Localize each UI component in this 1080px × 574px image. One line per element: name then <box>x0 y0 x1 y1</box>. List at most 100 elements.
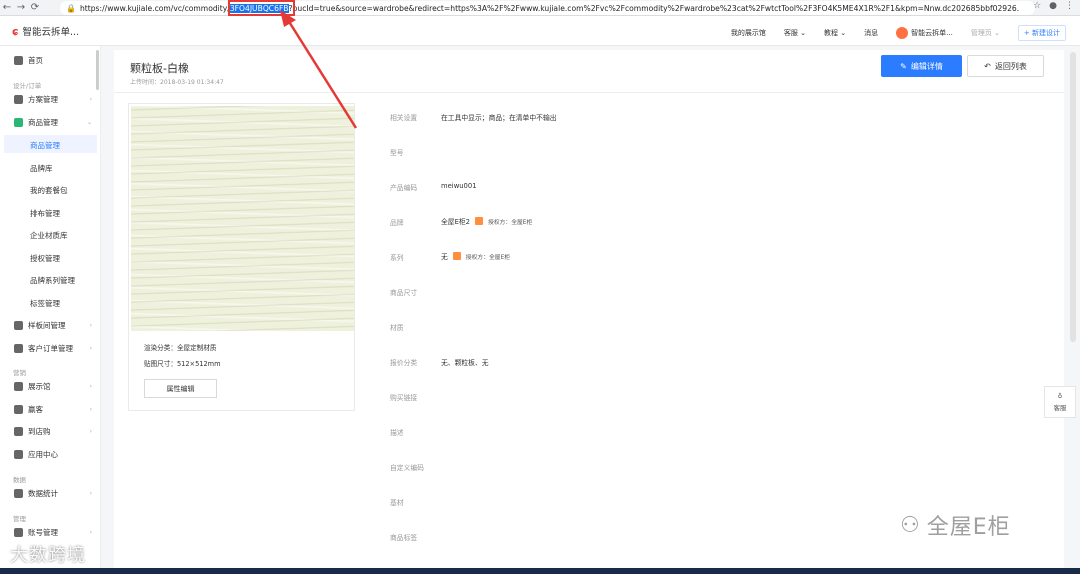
nav-service-label: 客服 <box>783 29 798 37</box>
main-panel: 颗粒板-白橡 上传时间：2018-03-19 01:34:47 ✎ 编辑详情 ↶ 返… <box>114 50 1064 574</box>
sidebar-item-label: 样板间管理 <box>28 321 66 330</box>
taskbar <box>0 568 1080 574</box>
sidebar-item-apps[interactable]: 应用中心 <box>14 449 96 460</box>
chevron-right-icon: › <box>89 383 92 390</box>
app-header: ɕ 智能云拆单... 我的展示馆 客服 ⌄ 教程 ⌄ 消息 智能云拆单... 管… <box>0 16 1080 46</box>
sidebar-item-stats[interactable]: 数据统计 › <box>14 488 96 499</box>
customer-service-label: 客服 <box>1053 404 1067 412</box>
sidebar-item-label: 赢客 <box>28 405 43 414</box>
sidebar-item-label: 首页 <box>28 56 43 65</box>
sidebar-item-win[interactable]: 赢客 › <box>14 404 96 415</box>
menu-icon[interactable]: ⋮ <box>1065 1 1074 11</box>
nav-tutorial[interactable]: 教程 ⌄ <box>824 28 846 38</box>
prop-value-quote: 无、颗粒板、无 <box>441 359 489 367</box>
chevron-right-icon: › <box>89 345 92 352</box>
prop-value-series: 无 授权方：全屋E柜 <box>441 251 510 261</box>
texture-card: 渲染分类：全屋定制材质 贴图尺寸：512×512mm 属性编辑 <box>128 103 355 411</box>
admin-page-link[interactable]: 管理页 ⌄ <box>971 28 1000 38</box>
app-logo[interactable]: ɕ 智能云拆单... <box>12 24 80 39</box>
sidebar-item-plans[interactable]: 方案管理 › <box>14 94 96 105</box>
sidebar-item-label: 方案管理 <box>28 95 58 104</box>
prop-label-tags: 商品标签 <box>390 534 418 542</box>
sidebar-item-orders[interactable]: 客户订单管理 › <box>14 343 96 354</box>
sidebar-item-label: 应用中心 <box>28 450 58 459</box>
sidebar-item-store[interactable]: 到店购 › <box>14 426 96 437</box>
watermark-left-text: 大数跨境 <box>10 545 86 566</box>
customer-service-button[interactable]: ♁ 客服 <box>1044 386 1076 418</box>
back-to-list-button[interactable]: ↶ 返回列表 <box>967 55 1044 77</box>
chevron-right-icon: › <box>89 428 92 435</box>
sidebar-sub-brand-lib[interactable]: 品牌库 <box>30 163 53 174</box>
back-arrow-icon[interactable]: ← <box>0 0 14 16</box>
app-name: 智能云拆单... <box>22 27 80 38</box>
sidebar-item-label: 客户订单管理 <box>28 344 73 353</box>
sidebar-item-products[interactable]: 商品管理 ⌄ <box>14 117 96 128</box>
prop-value-brand: 全屋E柜2 授权方：全屋E柜 <box>441 216 532 226</box>
watermark-left: 大数跨境 <box>10 541 86 567</box>
lock-icon: 🔒 <box>66 3 76 13</box>
header-divider <box>114 92 1064 93</box>
nav-messages[interactable]: 消息 <box>864 28 878 38</box>
sidebar-sub-auth[interactable]: 授权管理 <box>30 253 60 264</box>
chevron-right-icon: › <box>89 96 92 103</box>
brand-name: 全屋E柜2 <box>441 218 471 226</box>
prop-value-settings: 在工具中显示；商品；在清单中不输出 <box>441 114 557 122</box>
edit-details-button[interactable]: ✎ 编辑详情 <box>881 55 962 77</box>
url-suffix: ?bucId=true&source=wardrobe&redirect=htt… <box>288 3 1020 13</box>
texture-preview-image <box>131 106 354 331</box>
prop-label-code: 产品编码 <box>390 184 418 192</box>
nav-showroom[interactable]: 我的展示馆 <box>731 28 766 38</box>
render-category: 渲染分类：全屋定制材质 <box>144 344 217 352</box>
chevron-down-icon: ⌄ <box>86 119 92 126</box>
attribute-edit-button[interactable]: 属性编辑 <box>144 379 217 398</box>
series-auth: 授权方：全屋E柜 <box>465 254 511 261</box>
wechat-icon: ⚇ <box>900 512 921 538</box>
sidebar-item-account[interactable]: 账号管理 › <box>14 527 96 538</box>
exhibit-icon <box>14 382 23 391</box>
sidebar-sub-product-manage[interactable]: 商品管理 <box>30 140 60 151</box>
star-icon[interactable]: ☆ <box>1033 1 1041 11</box>
edit-icon: ✎ <box>900 61 907 71</box>
admin-page-label: 管理页 <box>970 29 992 37</box>
page-scrollbar[interactable] <box>1070 52 1076 342</box>
sidebar-item-exhibit[interactable]: 展示馆 › <box>14 381 96 392</box>
logo-icon: ɕ <box>12 24 19 38</box>
sidebar-sub-series[interactable]: 品牌系列管理 <box>30 275 75 286</box>
prop-label-series: 系列 <box>390 254 404 262</box>
prop-label-model: 型号 <box>390 149 404 157</box>
series-name: 无 <box>441 253 448 261</box>
chevron-right-icon: › <box>89 322 92 329</box>
sidebar-group-data: 数据 <box>13 476 26 484</box>
new-design-button[interactable]: + 新建设计 <box>1017 25 1066 41</box>
forward-arrow-icon[interactable]: → <box>14 0 28 16</box>
account-icon[interactable]: ● <box>1049 1 1057 11</box>
order-icon <box>14 344 23 353</box>
brand-auth: 授权方：全屋E柜 <box>488 219 533 226</box>
sidebar-item-label: 商品管理 <box>28 118 58 127</box>
sidebar-scrollbar[interactable] <box>96 50 99 90</box>
page-title: 颗粒板-白橡 <box>130 62 189 75</box>
prop-label-settings: 相关设置 <box>390 114 418 122</box>
sidebar-item-showroom[interactable]: 样板间管理 › <box>14 320 96 331</box>
nav-service[interactable]: 客服 ⌄ <box>784 28 806 38</box>
stats-icon <box>14 489 23 498</box>
reload-icon[interactable]: ⟳ <box>28 0 42 16</box>
user-name: 智能云拆单... <box>911 29 953 37</box>
apps-icon <box>14 450 23 459</box>
address-bar[interactable]: 🔒 https://www.kujiale.com/vc/commodity/3… <box>60 1 1035 15</box>
chevron-down-icon: ⌄ <box>800 29 807 37</box>
sidebar-sub-tags[interactable]: 标签管理 <box>30 298 60 309</box>
back-to-list-label: 返回列表 <box>994 61 1027 71</box>
sidebar-sub-layout[interactable]: 排布管理 <box>30 208 60 219</box>
chevron-right-icon: › <box>89 490 92 497</box>
sidebar-group-manage: 管理 <box>13 515 26 523</box>
sidebar-item-home[interactable]: 首页 <box>14 55 96 66</box>
product-icon <box>14 118 23 127</box>
user-menu[interactable]: 智能云拆单... <box>896 27 953 39</box>
prop-label-buy-link: 购买链接 <box>390 394 418 402</box>
highlight-box <box>228 0 295 16</box>
sidebar-sub-material-lib[interactable]: 企业材质库 <box>30 230 68 241</box>
win-icon <box>14 405 23 414</box>
store-icon <box>14 427 23 436</box>
sidebar-sub-package[interactable]: 我的套餐包 <box>30 185 68 196</box>
